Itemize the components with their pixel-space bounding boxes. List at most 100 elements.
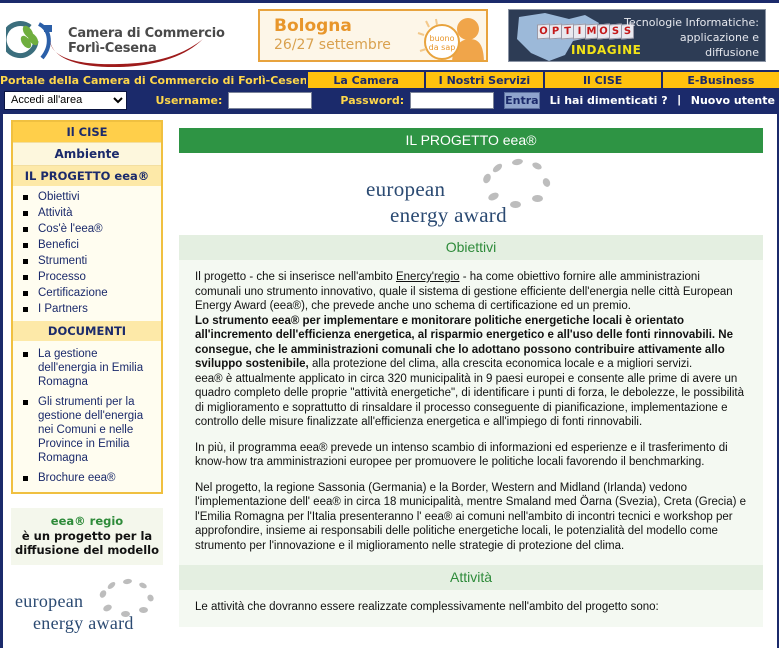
submit-login-button[interactable]: Entra [504, 91, 540, 109]
content-sections: Obiettivi Il progetto - che si inserisce … [179, 235, 763, 627]
bullet-square-icon [23, 307, 28, 312]
sidebar: Il CISE Ambiente IL PROGETTO eea® Obiett… [3, 114, 171, 648]
bologna-texts: Bologna 26/27 settembre [260, 17, 391, 54]
sidebar-documenti-list: La gestione dell'energia in Emilia Romag… [13, 341, 161, 492]
new-user-link[interactable]: Nuovo utente [691, 94, 775, 107]
page-body: Il CISE Ambiente IL PROGETTO eea® Obiett… [0, 114, 779, 648]
sidebar-item-progetto-2[interactable]: Attività [13, 205, 161, 221]
text-run: eea® è attualmente applicato in circa 32… [195, 372, 744, 429]
banner-strip: Camera di Commercio Forlì-Cesena Bologna… [0, 0, 779, 70]
sidebar-item-documento-3[interactable]: Brochure eea® [13, 468, 161, 488]
banner-camera-di-commercio[interactable]: Camera di Commercio Forlì-Cesena [0, 3, 258, 70]
paragraph-1-3: Nel progetto, la regione Sassonia (Germa… [195, 481, 747, 554]
sidebar-item-progetto-label[interactable]: Obiettivi [38, 190, 80, 204]
text-run: In più, il programma eea® prevede un int… [195, 441, 728, 469]
indagine-line-3: diffusione [705, 46, 759, 59]
main-logo-word-2: energy award [390, 203, 507, 227]
sidebar-item-progetto-8[interactable]: I Partners [13, 301, 161, 317]
page-title: IL PROGETTO eea® [179, 128, 763, 153]
forgot-password-link[interactable]: Li hai dimenticati ? [550, 94, 668, 107]
inline-link[interactable]: Enercy'regio [396, 271, 460, 283]
sidebar-item-progetto-3[interactable]: Cos'è l'eea® [13, 221, 161, 237]
paragraph-1-2: In più, il programma eea® prevede un int… [195, 441, 747, 470]
main-content: IL PROGETTO eea® european energy award O… [171, 114, 777, 648]
sidebar-header-il-cise[interactable]: Il CISE [13, 122, 161, 143]
bologna-illustration: buono da sap [396, 11, 484, 60]
bullet-square-icon [23, 211, 28, 216]
nav-tab-la-camera[interactable]: La Camera [306, 72, 425, 88]
bullet-square-icon [23, 195, 28, 200]
bologna-date: 26/27 settembre [274, 37, 391, 53]
indagine-line-1: Tecnologie Informatiche: [624, 16, 759, 29]
sidebar-item-documento-label[interactable]: La gestione dell'energia in Emilia Romag… [38, 347, 157, 389]
camera-swoosh-graphic [48, 37, 208, 68]
sidebar-item-documento-1[interactable]: La gestione dell'energia in Emilia Romag… [13, 344, 161, 392]
bullet-square-icon [23, 476, 28, 481]
sidebar-item-progetto-6[interactable]: Processo [13, 269, 161, 285]
login-bar: Accedi all'area Username: Password: Entr… [0, 88, 779, 114]
main-logo-word-1: european [366, 177, 446, 201]
section-body-2: Le attività che dovranno essere realizza… [179, 590, 763, 627]
bullet-square-icon [23, 352, 28, 357]
sidebar-eea-logo: european energy award [11, 575, 161, 635]
username-input[interactable] [228, 91, 313, 109]
sidebar-logo-word-2: energy award [33, 613, 134, 633]
sidebar-item-documento-label[interactable]: Brochure eea® [38, 471, 116, 485]
indagine-dice-letters: OPTIMOSS [537, 23, 634, 40]
sidebar-menu-box: Il CISE Ambiente IL PROGETTO eea® Obiett… [11, 120, 163, 494]
text-run: Nel progetto, la regione Sassonia (Germa… [195, 481, 747, 552]
indagine-line-2: applicazione e [679, 31, 759, 44]
password-label: Password: [340, 93, 405, 107]
slogan-line-1: eea® regio [50, 514, 124, 528]
paragraph-2-1: Le attività che dovranno essere realizza… [195, 600, 747, 615]
nav-tab-i-nostri-servizi[interactable]: I Nostri Servizi [424, 72, 543, 88]
sidebar-item-documento-2[interactable]: Gli strumenti per la gestione dell'energ… [13, 392, 161, 468]
section-body-1: Il progetto - che si inserisce nell'ambi… [179, 260, 763, 565]
sidebar-item-progetto-5[interactable]: Strumenti [13, 253, 161, 269]
sidebar-progetto-list: Obiettivi Attività Cos'è l'eea® Benefici Str… [13, 186, 161, 321]
sidebar-item-progetto-4[interactable]: Benefici [13, 237, 161, 253]
sidebar-item-progetto-1[interactable]: Obiettivi [13, 189, 161, 205]
section-heading-2: Attività [179, 565, 763, 590]
svg-text:buono: buono [429, 34, 454, 43]
sidebar-slogan: eea® regio è un progetto per la diffusio… [11, 508, 163, 565]
text-run: Il progetto - che si inserisce nell'ambi… [195, 271, 396, 283]
sidebar-item-progetto-label[interactable]: Benefici [38, 238, 79, 252]
slogan-line-2: è un progetto per la diffusione del mode… [14, 529, 160, 557]
sidebar-item-progetto-label[interactable]: Cos'è l'eea® [38, 222, 103, 236]
main-eea-logo-container: european energy award [179, 153, 763, 235]
nav-tab-il-cise[interactable]: Il CISE [542, 72, 661, 88]
banner-indagine[interactable]: OPTIMOSS INDAGINE Tecnologie Informatich… [508, 9, 766, 62]
bullet-square-icon [23, 400, 28, 405]
bullet-square-icon [23, 227, 28, 232]
bullet-square-icon [23, 259, 28, 264]
sidebar-item-progetto-label[interactable]: Strumenti [38, 254, 87, 268]
sidebar-header-ambiente[interactable]: Ambiente [13, 143, 161, 166]
text-run: alla protezione del clima, alla crescita… [308, 358, 693, 370]
sidebar-item-progetto-label[interactable]: Attività [38, 206, 73, 220]
main-navigation-bar: Portale della Camera di Commercio di For… [0, 70, 779, 88]
indagine-tagline: Tecnologie Informatiche: applicazione e … [624, 15, 759, 60]
portal-title: Portale della Camera di Commercio di For… [0, 72, 306, 88]
bologna-title: Bologna [274, 16, 352, 36]
section-heading-1: Obiettivi [179, 235, 763, 260]
sidebar-item-progetto-7[interactable]: Certificazione [13, 285, 161, 301]
text-run: Le attività che dovranno essere realizza… [195, 601, 659, 613]
username-label: Username: [155, 93, 223, 107]
nav-tab-e-business[interactable]: E-Business [660, 72, 779, 88]
sidebar-item-progetto-label[interactable]: Processo [38, 270, 86, 284]
banner-bologna[interactable]: Bologna 26/27 settembre buono da sap [258, 9, 488, 62]
main-eea-logo: european energy award [366, 155, 576, 233]
sidebar-section-documenti: DOCUMENTI [13, 321, 161, 341]
area-select[interactable]: Accedi all'area [4, 90, 128, 110]
sidebar-section-il-progetto: IL PROGETTO eea® [13, 166, 161, 186]
login-separator: | [677, 94, 681, 106]
sidebar-item-documento-label[interactable]: Gli strumenti per la gestione dell'energ… [38, 395, 157, 465]
bullet-square-icon [23, 291, 28, 296]
sidebar-logo-word-1: european [15, 591, 84, 611]
bullet-square-icon [23, 243, 28, 248]
password-input[interactable] [410, 91, 495, 109]
bullet-square-icon [23, 275, 28, 280]
sidebar-item-progetto-label[interactable]: Certificazione [38, 286, 108, 300]
sidebar-item-progetto-label[interactable]: I Partners [38, 302, 88, 316]
